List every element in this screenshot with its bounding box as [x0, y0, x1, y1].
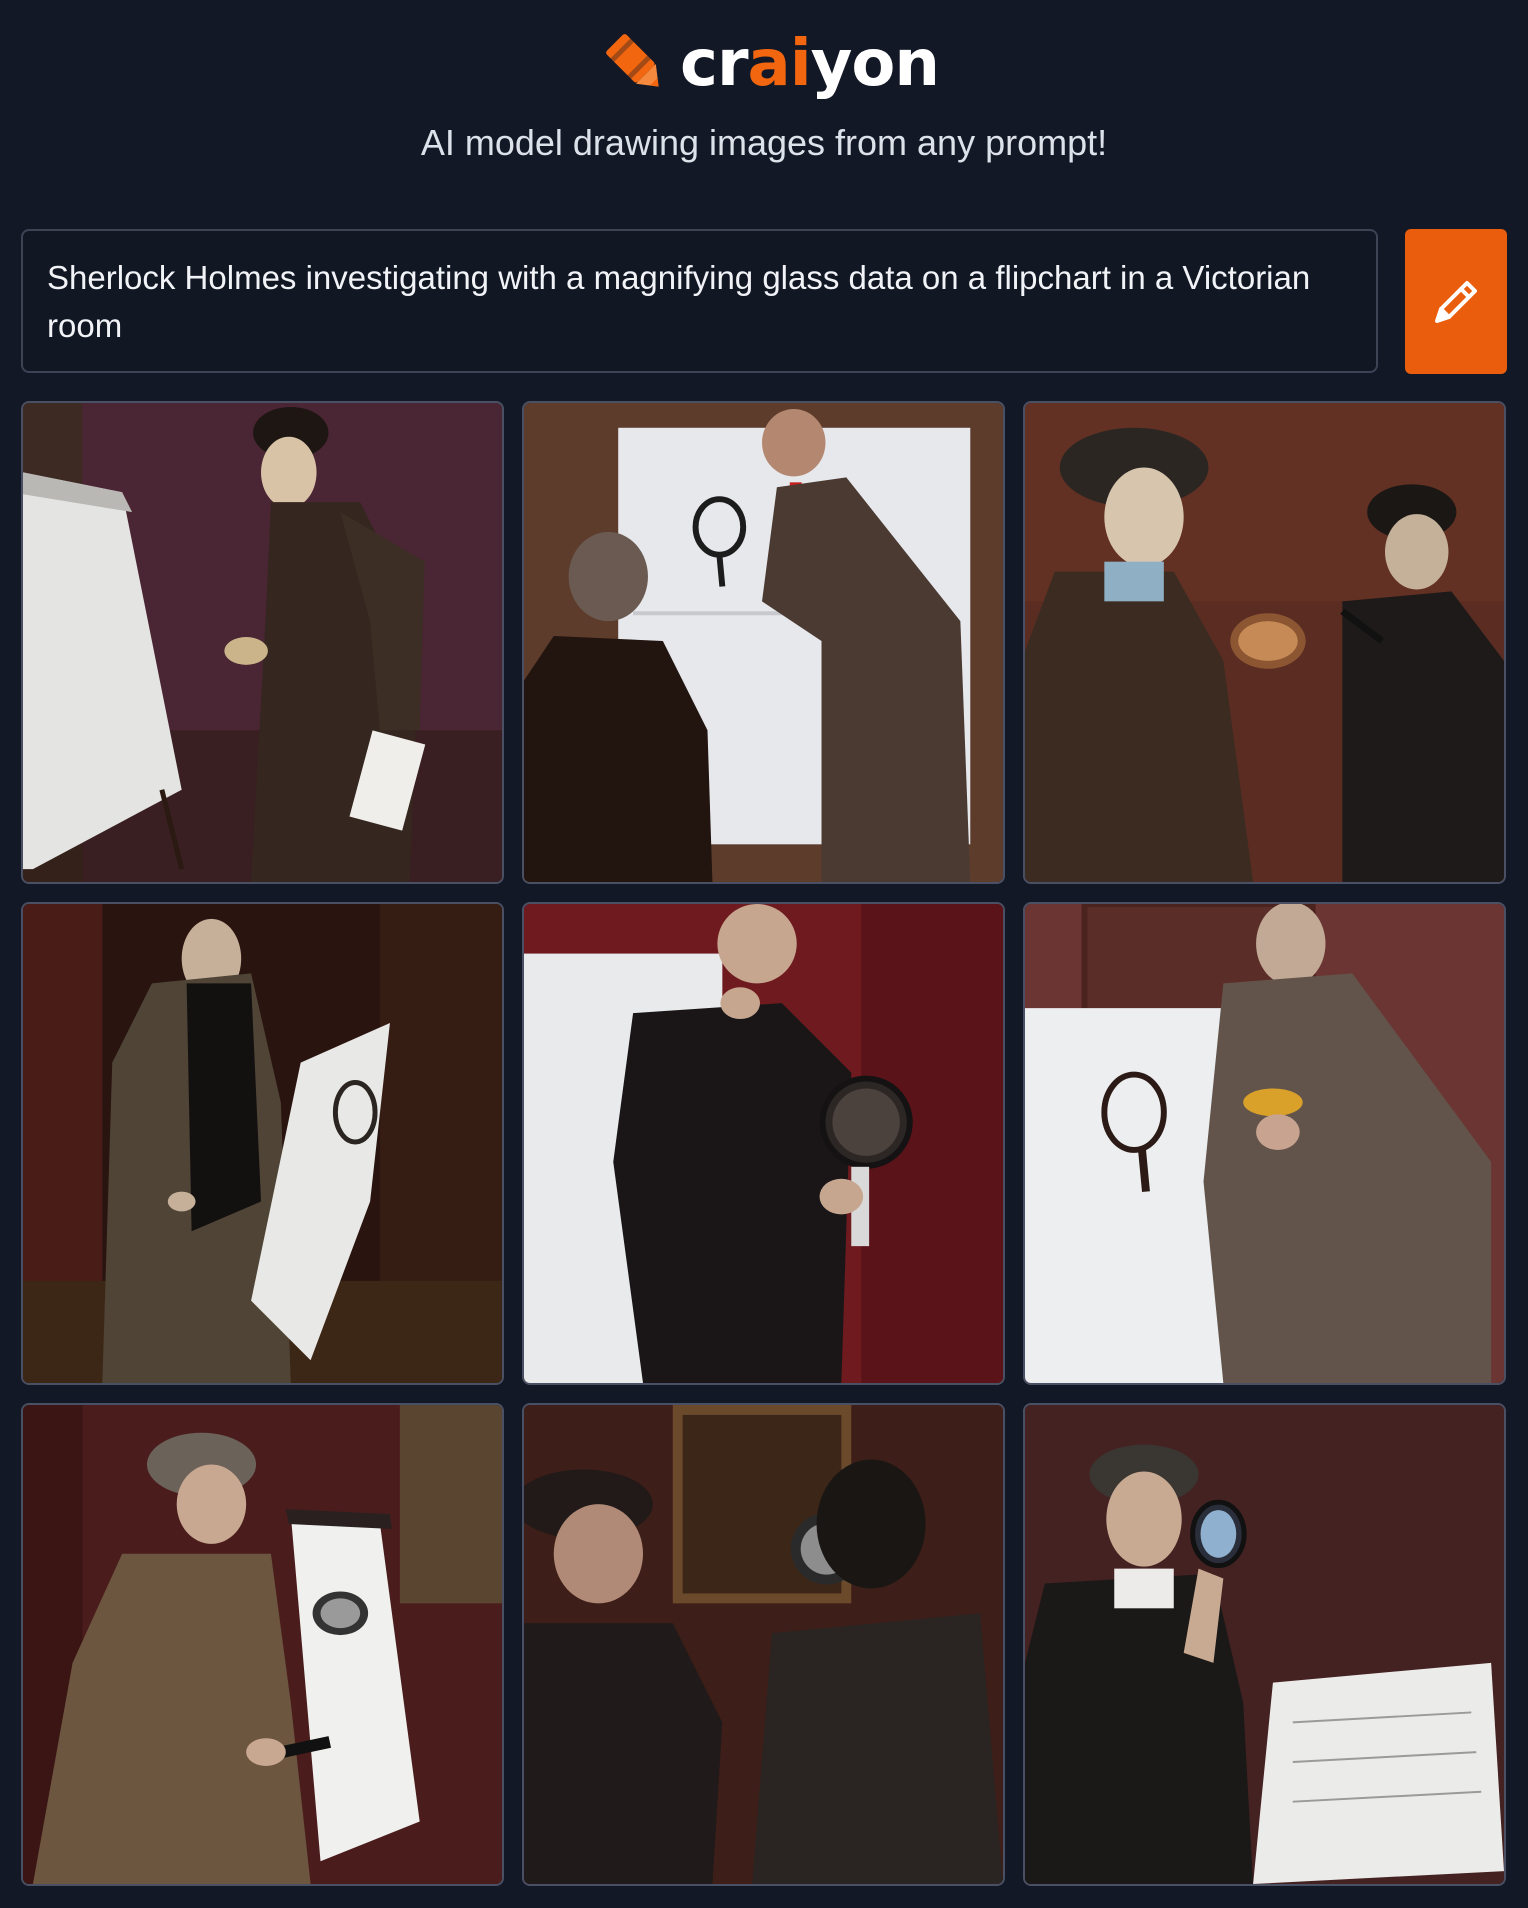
result-image-2[interactable] [522, 401, 1005, 884]
result-image-7[interactable] [21, 1403, 504, 1886]
result-image-3[interactable] [1023, 401, 1506, 884]
header: craiyon AI model drawing images from any… [0, 0, 1528, 200]
result-image-5[interactable] [522, 902, 1005, 1385]
logo-prefix: cr [680, 27, 748, 101]
result-image-6[interactable] [1023, 902, 1506, 1385]
prompt-input[interactable]: Sherlock Holmes investigating with a mag… [21, 229, 1378, 373]
result-image-4[interactable] [21, 902, 504, 1385]
result-grid [21, 401, 1508, 1886]
tagline: AI model drawing images from any prompt! [420, 122, 1108, 163]
draw-button[interactable] [1405, 229, 1507, 374]
result-image-1[interactable] [21, 401, 504, 884]
pencil-icon [1435, 280, 1477, 323]
logo[interactable]: craiyon [600, 24, 940, 104]
result-image-8[interactable] [522, 1403, 1005, 1886]
result-image-9[interactable] [1023, 1403, 1506, 1886]
logo-suffix: yon [810, 27, 940, 101]
logo-wordmark: craiyon [680, 32, 940, 96]
crayon-icon [606, 34, 659, 87]
logo-accent: ai [747, 27, 812, 101]
